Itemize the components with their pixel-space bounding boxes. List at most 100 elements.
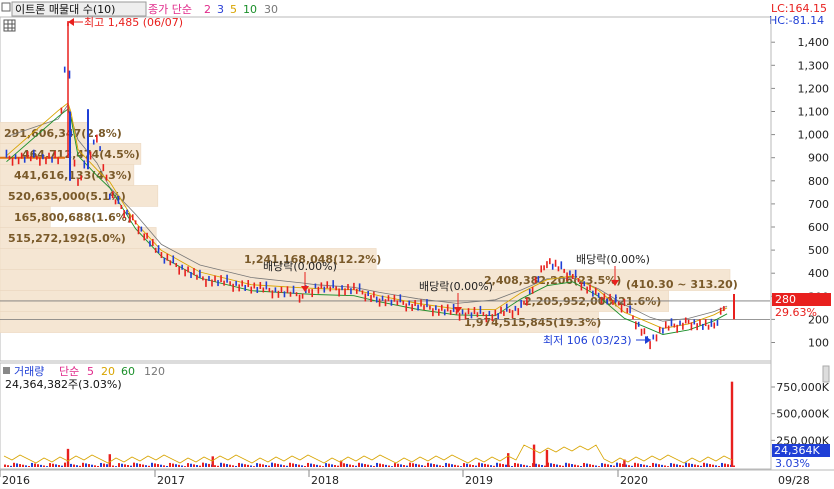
volume-badge-value: 24,364K (774, 444, 820, 457)
price-candle (271, 290, 274, 299)
volume-bar (148, 465, 150, 467)
price-candle (143, 233, 146, 241)
volume-bar (118, 463, 120, 467)
volume-bar (460, 466, 462, 467)
price-candle (476, 312, 479, 318)
volume-bar (697, 465, 699, 467)
price-candle (54, 151, 56, 159)
price-candle (632, 315, 634, 320)
volume-bar (364, 464, 366, 467)
price-candle (597, 292, 600, 298)
volume-bar (427, 462, 429, 467)
volume-bar (556, 464, 558, 467)
volume-scroll-handle[interactable] (822, 365, 830, 383)
price-candle (14, 154, 17, 160)
price-candle (341, 285, 343, 291)
price-candle (623, 299, 626, 307)
panel-menu-icon[interactable] (1, 2, 11, 12)
volume-bar (190, 463, 192, 467)
volume-bar (220, 462, 222, 467)
price-candle (184, 269, 186, 277)
price-candle (615, 294, 617, 303)
volume-bar (529, 466, 531, 467)
price-candle (396, 300, 399, 306)
volume-axis: 750,000K500,000K250,000K (771, 381, 830, 447)
volume-bar (85, 463, 87, 467)
price-candle (626, 307, 629, 313)
volume-ma-120: 120 (144, 365, 165, 378)
volume-bar (679, 465, 681, 467)
price-candle (126, 209, 128, 215)
dividend-label-1: 배당락(0.00%) (263, 260, 337, 273)
volume-bar (616, 462, 618, 467)
volume-bar (16, 463, 18, 467)
volume-bar (172, 463, 174, 467)
price-candle (432, 308, 434, 317)
price-candle (534, 277, 537, 284)
volume-bar (472, 465, 474, 467)
volume-bar (490, 465, 492, 467)
volume-bar (52, 463, 54, 467)
time-tick-label: 2017 (157, 474, 185, 487)
volume-bar (208, 463, 210, 467)
price-candle (531, 286, 534, 294)
volume-bar (520, 464, 522, 467)
volume-bar (478, 462, 480, 467)
time-tick-label: 2016 (2, 474, 30, 487)
volume-bar (304, 465, 306, 467)
volume-bar (76, 465, 78, 467)
volume-bar (37, 464, 39, 467)
volume-bar (352, 465, 354, 467)
price-candle (600, 296, 603, 304)
price-candle (280, 286, 283, 293)
volume-bar (721, 462, 723, 467)
volume-bar (280, 464, 282, 467)
volume-bar (58, 465, 60, 467)
price-candle (42, 154, 44, 160)
volume-bar (325, 463, 327, 467)
price-candle (8, 155, 11, 160)
volume-bar (541, 465, 543, 467)
volume-spike (108, 454, 111, 467)
volume-spike (507, 453, 510, 467)
volume-bar (244, 464, 246, 467)
price-candle (517, 308, 520, 316)
volume-bar (157, 464, 159, 467)
volume-bar (442, 465, 444, 467)
price-candle (583, 281, 586, 287)
grid-toggle-icon[interactable] (3, 19, 16, 32)
volume-bar (268, 465, 270, 467)
volume-menu-icon[interactable] (3, 367, 10, 374)
price-candle (361, 290, 364, 295)
volume-badge-pct: 3.03% (775, 457, 810, 470)
volume-bar (286, 465, 288, 467)
volume-bar (448, 463, 450, 467)
volume-bar (658, 464, 660, 467)
volume-bar (292, 463, 294, 467)
volume-bar (301, 465, 303, 467)
volume-bar (79, 465, 81, 467)
price-candle (551, 263, 554, 270)
price-candle (208, 275, 210, 281)
price-candle (83, 160, 86, 169)
volume-bar (40, 464, 42, 467)
volume-bar (433, 464, 435, 467)
volume-bar (700, 465, 702, 467)
ma-period-3: 3 (217, 3, 224, 16)
volume-bar (394, 463, 396, 467)
stock-chart[interactable]: 464,712,474(4.5%)291,606,347(2.8%)441,61… (0, 0, 834, 489)
ma-period-30: 30 (264, 3, 278, 16)
volume-bar (247, 464, 249, 467)
volume-spike (545, 449, 549, 467)
price-candle (301, 293, 304, 299)
price-candle (123, 210, 125, 219)
price-candle (652, 334, 655, 340)
price-candle (643, 328, 646, 335)
price-tick-label: 1,200 (798, 82, 830, 95)
price-candle (540, 265, 543, 273)
price-candle (710, 318, 713, 327)
high-annotation: 최고 1,485 (06/07) (84, 16, 183, 29)
volume-bar (631, 465, 633, 467)
profile-label: 165,800,688(1.6%) (14, 211, 132, 224)
price-candle (238, 284, 240, 292)
